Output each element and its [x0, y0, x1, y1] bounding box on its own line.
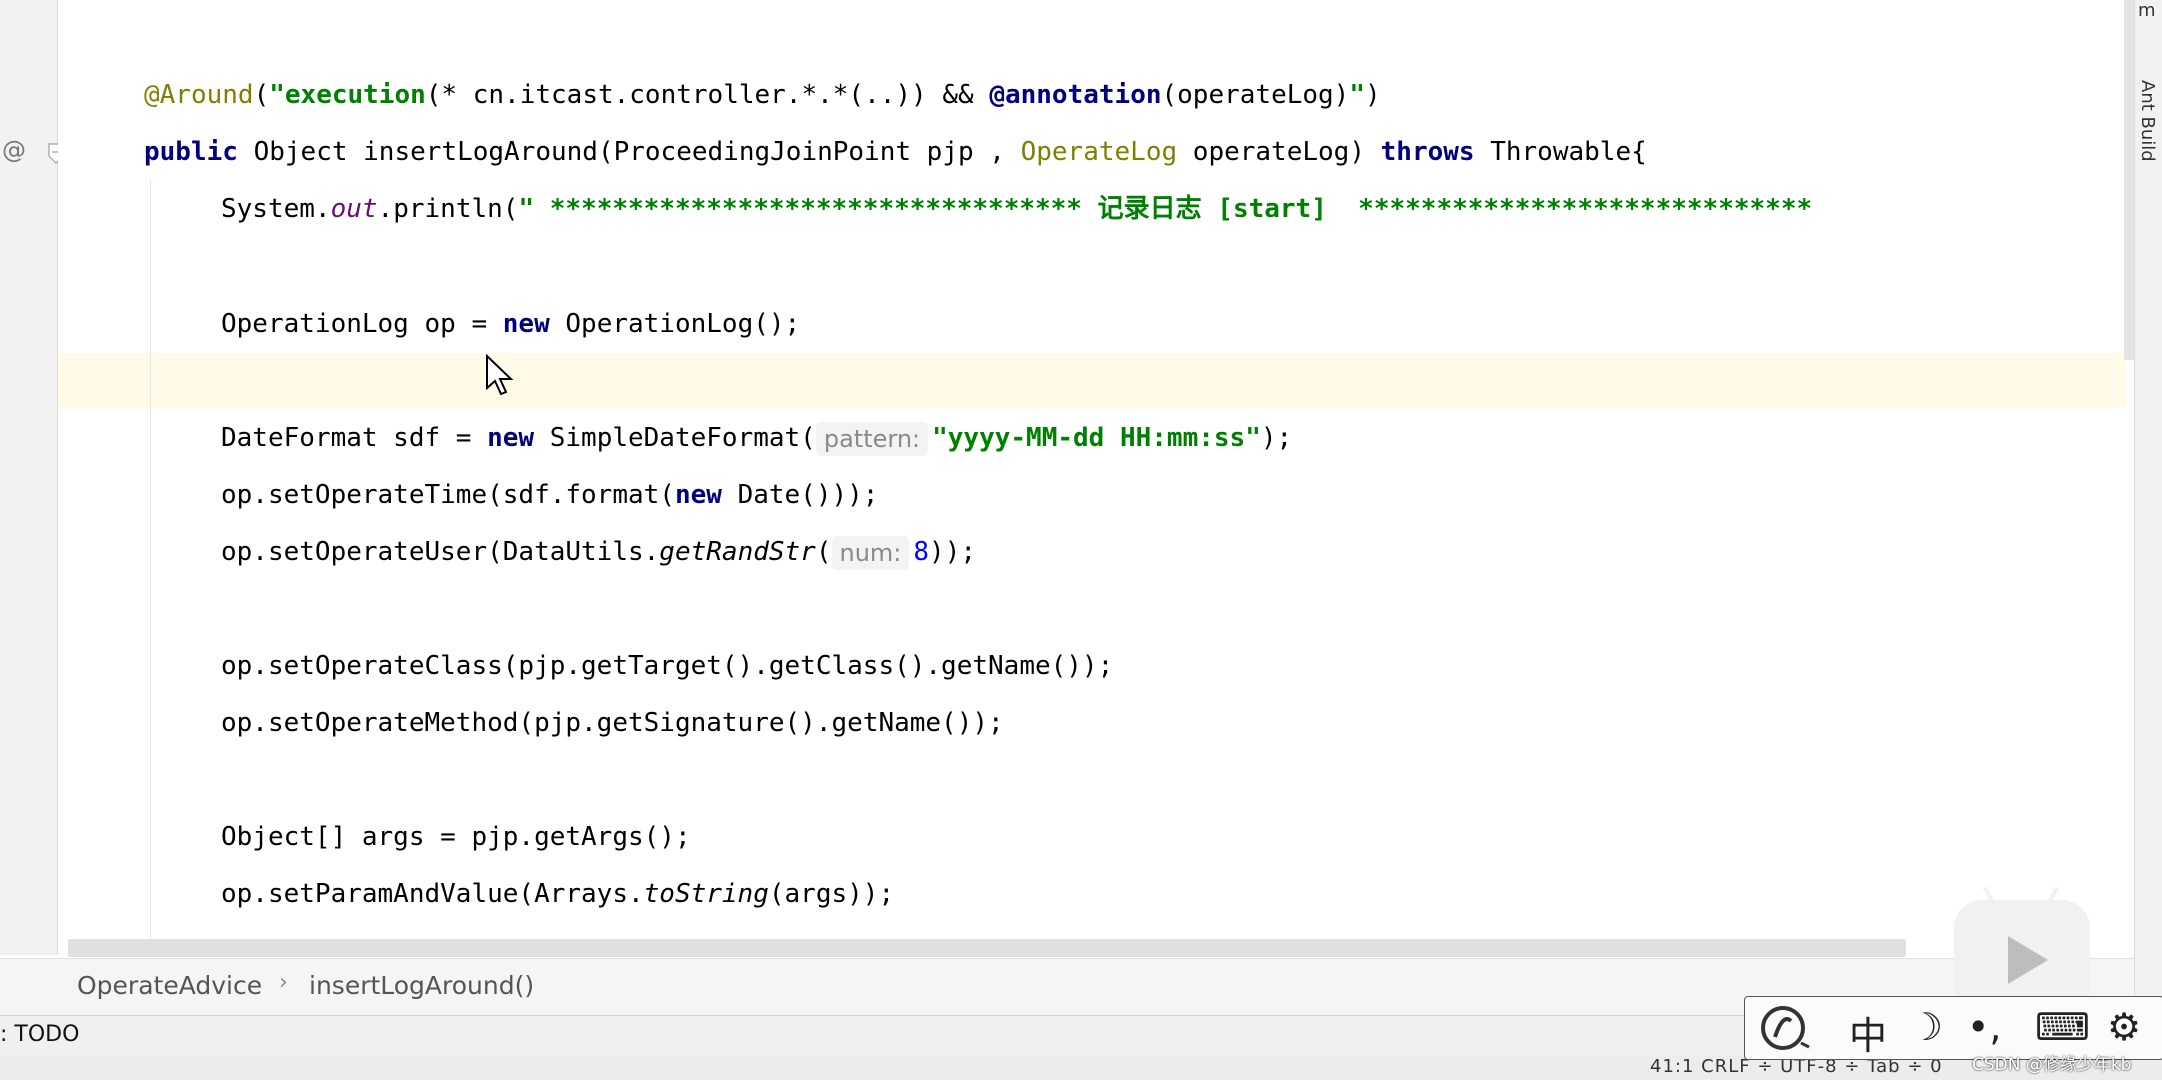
code-editor[interactable]: @Around("execution(* cn.itcast.controlle…: [58, 0, 2126, 940]
breadcrumb-class[interactable]: OperateAdvice: [77, 971, 262, 1000]
code-line-6: op.setOperateTime(sdf.format(new Date())…: [221, 480, 879, 510]
ime-settings-gear-icon[interactable]: ⚙: [2107, 1005, 2141, 1049]
ime-moon-icon[interactable]: ☽: [1909, 1005, 1943, 1049]
code-line-9: op.setOperateMethod(pjp.getSignature().g…: [221, 708, 1004, 738]
param-hint-pattern: pattern:: [815, 421, 929, 456]
play-icon: [2008, 936, 2048, 984]
code-line-8: op.setOperateClass(pjp.getTarget().getCl…: [221, 651, 1114, 681]
breadcrumb-method[interactable]: insertLogAround(): [309, 971, 534, 1000]
code-line-4: OperationLog op = new OperationLog();: [221, 309, 801, 339]
right-strip-top-label[interactable]: m: [2138, 0, 2156, 21]
code-line-3: System.out.println(" *******************…: [221, 194, 1813, 224]
code-line-7: op.setOperateUser(DataUtils.getRandStr(n…: [221, 524, 976, 581]
ime-logo-icon[interactable]: [1757, 1003, 1813, 1053]
code-line-10: Object[] args = pjp.getArgs();: [221, 822, 691, 852]
code-line-5: DateFormat sdf = new SimpleDateFormat(pa…: [221, 410, 1292, 467]
todo-tab[interactable]: : TODO: [0, 1022, 79, 1047]
indent-guide: [150, 180, 151, 940]
current-line-highlight: [58, 353, 2126, 409]
vertical-scrollbar[interactable]: [2124, 0, 2134, 360]
editor-gutter: @: [0, 0, 64, 955]
ime-punctuation-icon[interactable]: •,: [1967, 1005, 2002, 1049]
ant-build-tab[interactable]: Ant Build: [2137, 80, 2158, 162]
code-line-1: @Around("execution(* cn.itcast.controlle…: [144, 80, 1381, 110]
code-line-2: public Object insertLogAround(Proceeding…: [144, 137, 1647, 167]
horizontal-scrollbar[interactable]: [68, 939, 1906, 957]
right-tool-strip: [2134, 0, 2162, 1080]
breadcrumb-separator-icon: ›: [279, 970, 288, 995]
mouse-cursor-icon: [486, 354, 514, 396]
override-marker-icon[interactable]: @: [2, 136, 26, 164]
watermark: CSDN @修缘少年kb: [1972, 1055, 2132, 1075]
code-line-11: op.setParamAndValue(Arrays.toString(args…: [221, 879, 895, 909]
ime-chinese-toggle[interactable]: 中: [1849, 1005, 1887, 1060]
ime-keyboard-icon[interactable]: ⌨: [2035, 1005, 2090, 1049]
param-hint-num: num:: [831, 535, 910, 570]
